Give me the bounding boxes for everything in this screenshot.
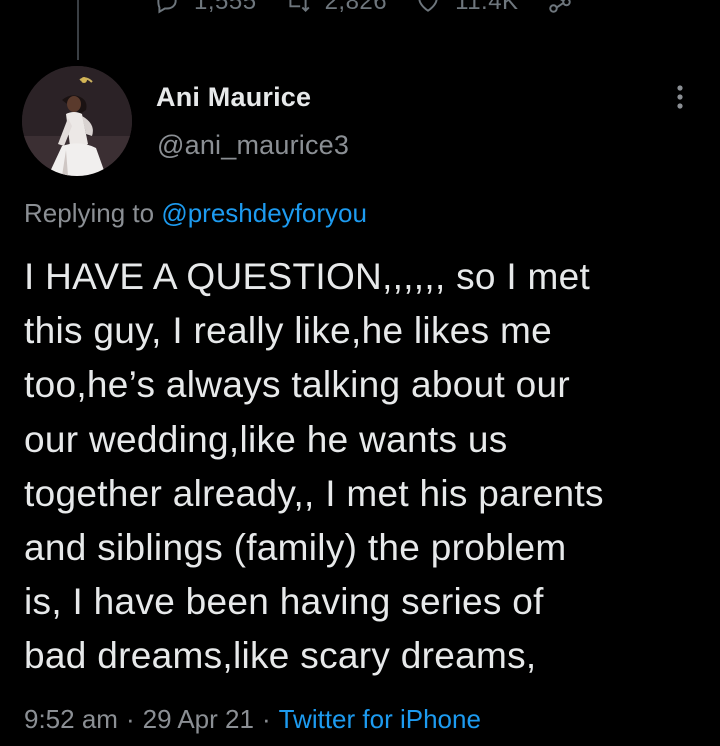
reply-icon: [154, 0, 180, 15]
tweet-text-line: too,he’s always talking about our: [24, 364, 571, 406]
meta-separator: ·: [261, 704, 271, 734]
author-handle[interactable]: @ani_maurice3: [157, 130, 349, 161]
thread-connector-line: [77, 0, 79, 60]
tweet-text-line: is, I have been having series of: [24, 581, 544, 623]
tweet-text-line: and siblings (family) the problem: [24, 527, 567, 569]
retweet-action[interactable]: 2,826: [285, 0, 388, 16]
retweet-icon: [285, 0, 311, 15]
like-count: 11.4K: [455, 0, 519, 15]
heart-icon: [415, 0, 441, 15]
more-options-icon[interactable]: [670, 82, 690, 112]
replying-to-line: Replying to @preshdeyforyou: [24, 198, 367, 229]
meta-separator: ·: [125, 704, 135, 734]
author-name[interactable]: Ani Maurice: [156, 82, 311, 113]
tweet-body: I HAVE A QUESTION,,,,,, so I met this gu…: [24, 250, 714, 684]
previous-tweet-action-bar: 1,555 2,826 11.4K: [154, 0, 615, 18]
tweet-text-line: I HAVE A QUESTION,,,,,, so I met: [24, 256, 591, 297]
tweet-date: 29 Apr 21: [142, 704, 254, 734]
share-icon: [547, 0, 573, 15]
replying-to-prefix: Replying to: [24, 198, 162, 228]
tweet-time: 9:52 am: [24, 704, 118, 734]
reply-count: 1,555: [194, 0, 257, 15]
tweet-text-line: together already,, I met his parents: [24, 472, 604, 514]
tweet-text-line: bad dreams,like scary dreams,: [24, 635, 537, 677]
reply-action[interactable]: 1,555: [154, 0, 257, 16]
share-action[interactable]: [547, 0, 587, 15]
retweet-count: 2,826: [324, 0, 388, 15]
tweet-text-line: this guy, I really like,he likes me: [24, 310, 553, 352]
avatar[interactable]: [22, 66, 132, 176]
like-action[interactable]: 11.4K: [415, 0, 518, 16]
tweet-source-link[interactable]: Twitter for iPhone: [279, 704, 481, 734]
replying-to-mention[interactable]: @preshdeyforyou: [161, 198, 367, 228]
tweet-text-line: our wedding,like he wants us: [24, 418, 508, 460]
tweet-meta: 9:52 am · 29 Apr 21 · Twitter for iPhone: [24, 704, 481, 735]
